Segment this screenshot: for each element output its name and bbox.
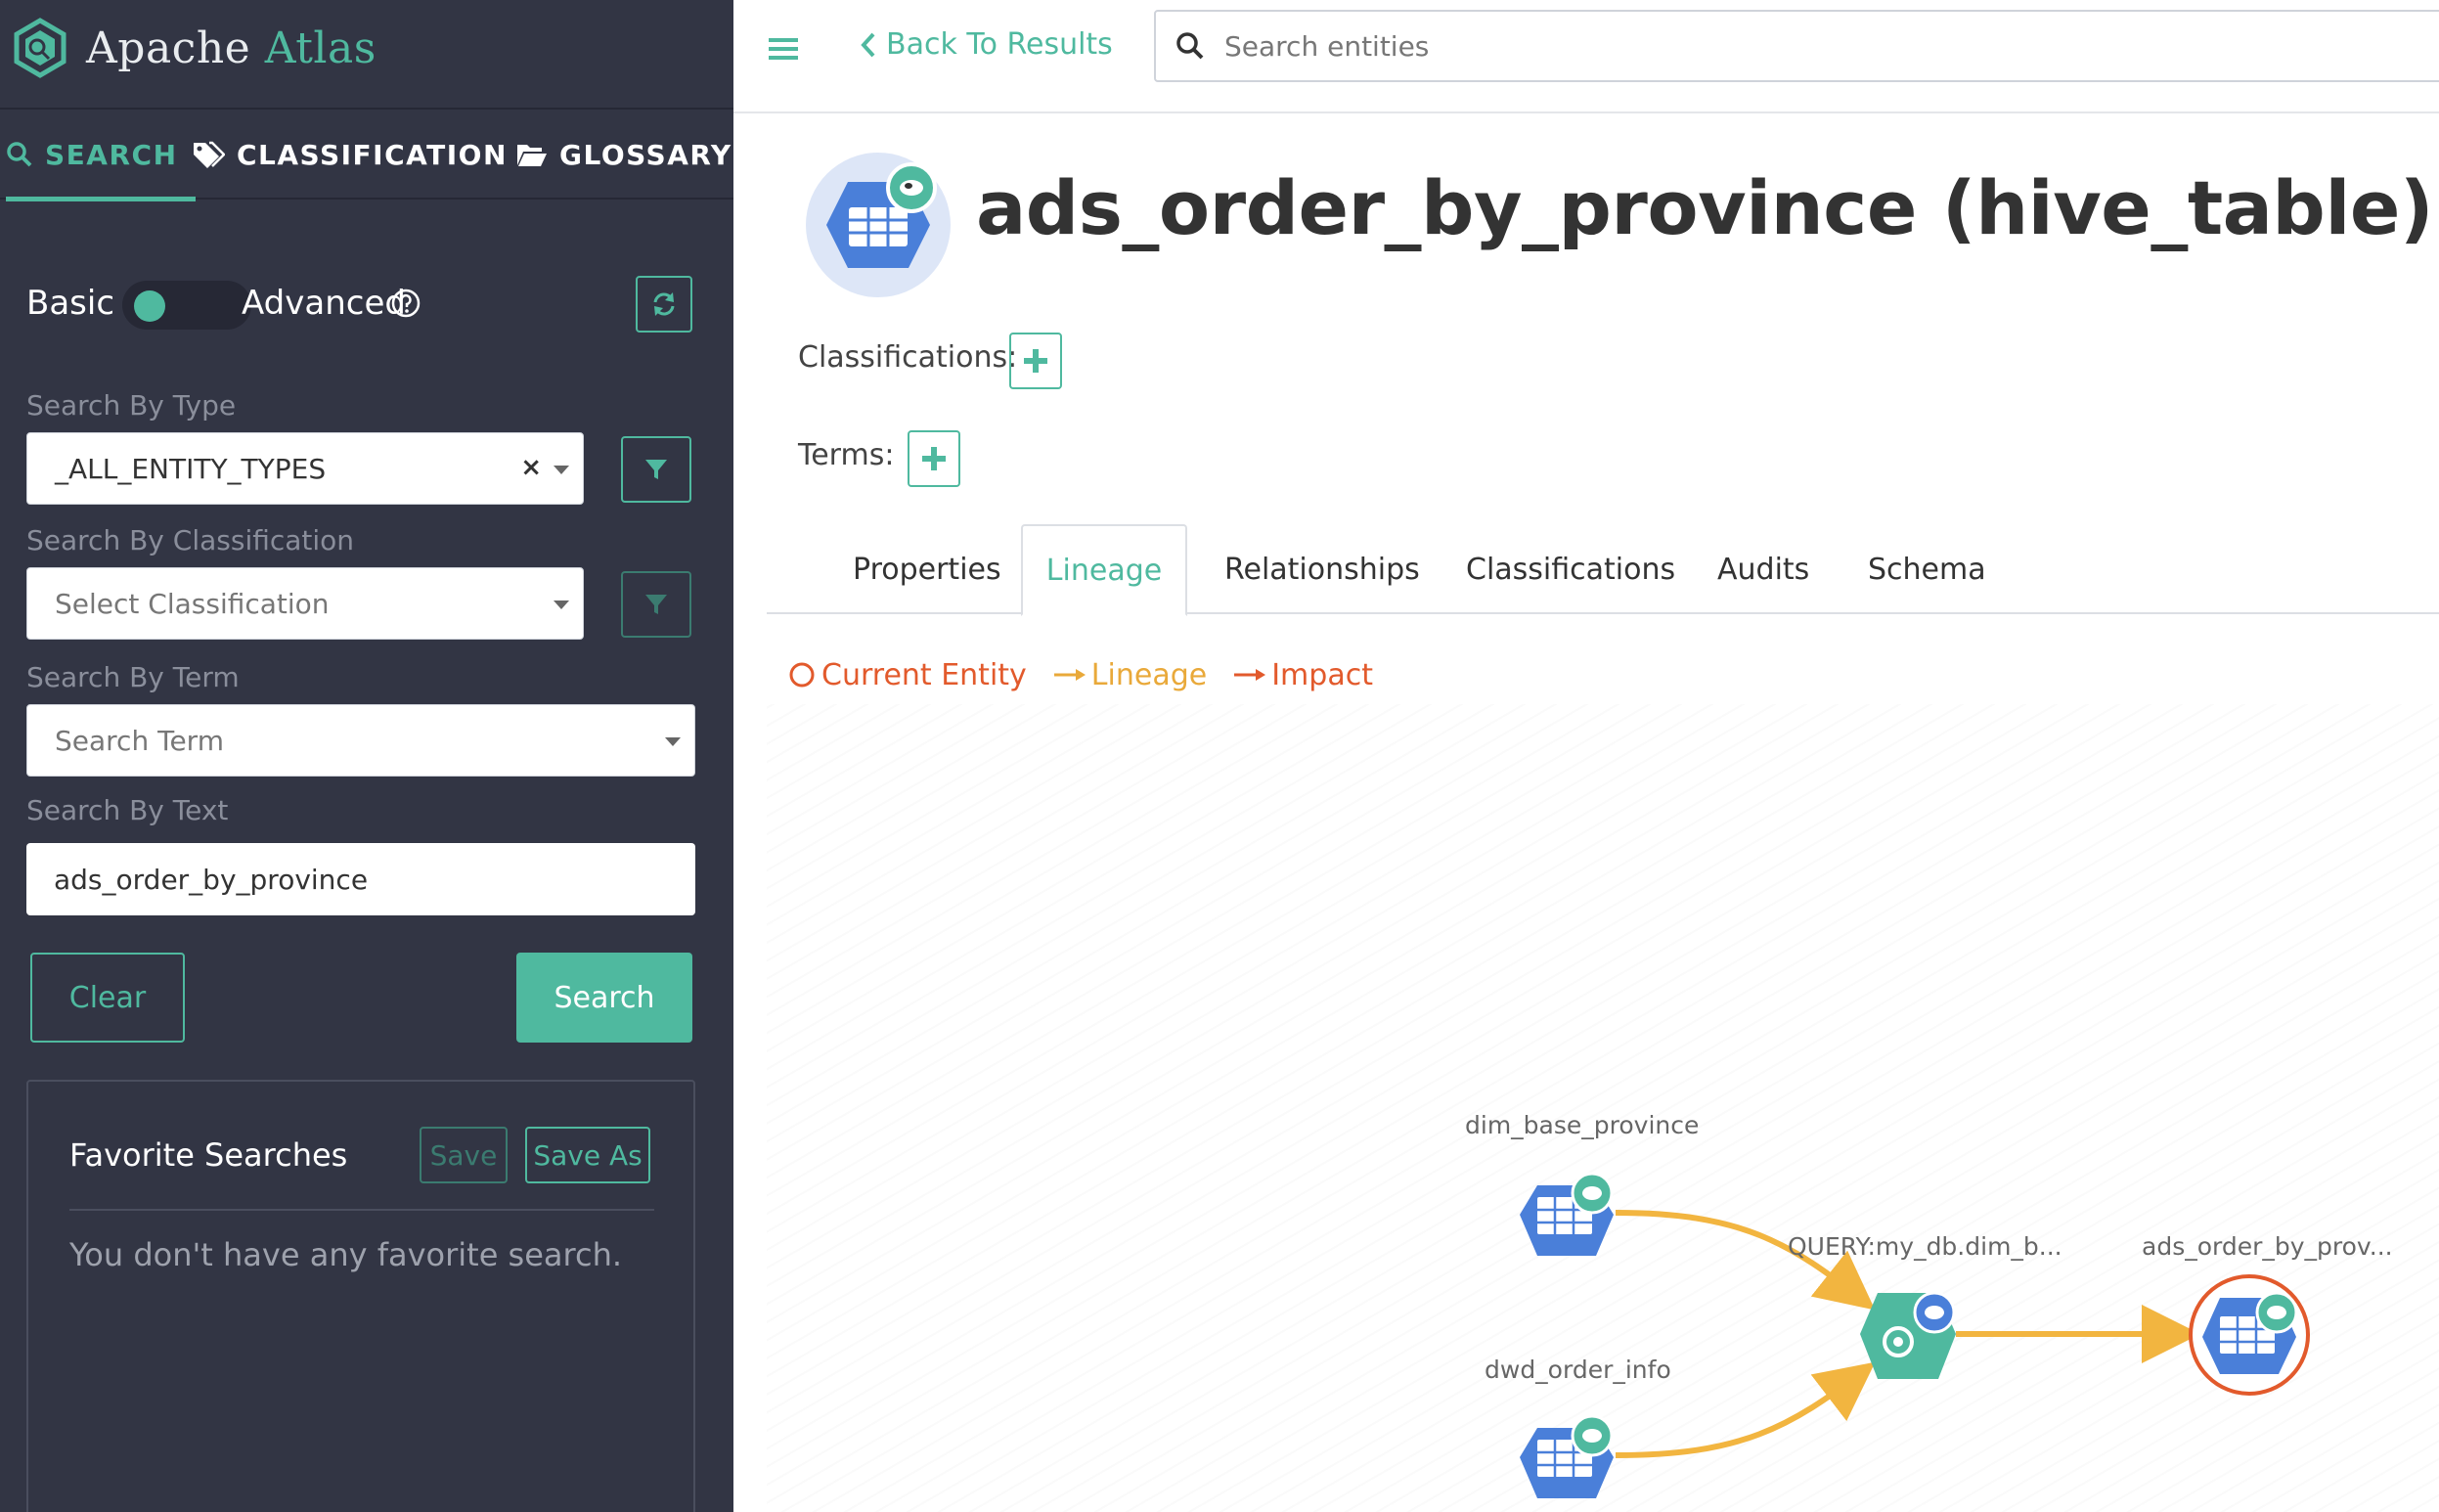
lineage-node-table[interactable]	[1520, 1172, 1614, 1256]
lineage-node-label: QUERY:my_db.dim_b...	[1788, 1232, 2062, 1261]
lineage-node-label: dwd_order_info	[1485, 1356, 1671, 1384]
lineage-graph	[1520, 1172, 2310, 1498]
lineage-node-label: dim_base_province	[1465, 1111, 1700, 1139]
lineage-node-label: ads_order_by_prov...	[2142, 1232, 2393, 1261]
lineage-node-table[interactable]	[1520, 1414, 1614, 1498]
lineage-node-process[interactable]	[1860, 1291, 1956, 1379]
lineage-node-current[interactable]	[2189, 1274, 2310, 1396]
